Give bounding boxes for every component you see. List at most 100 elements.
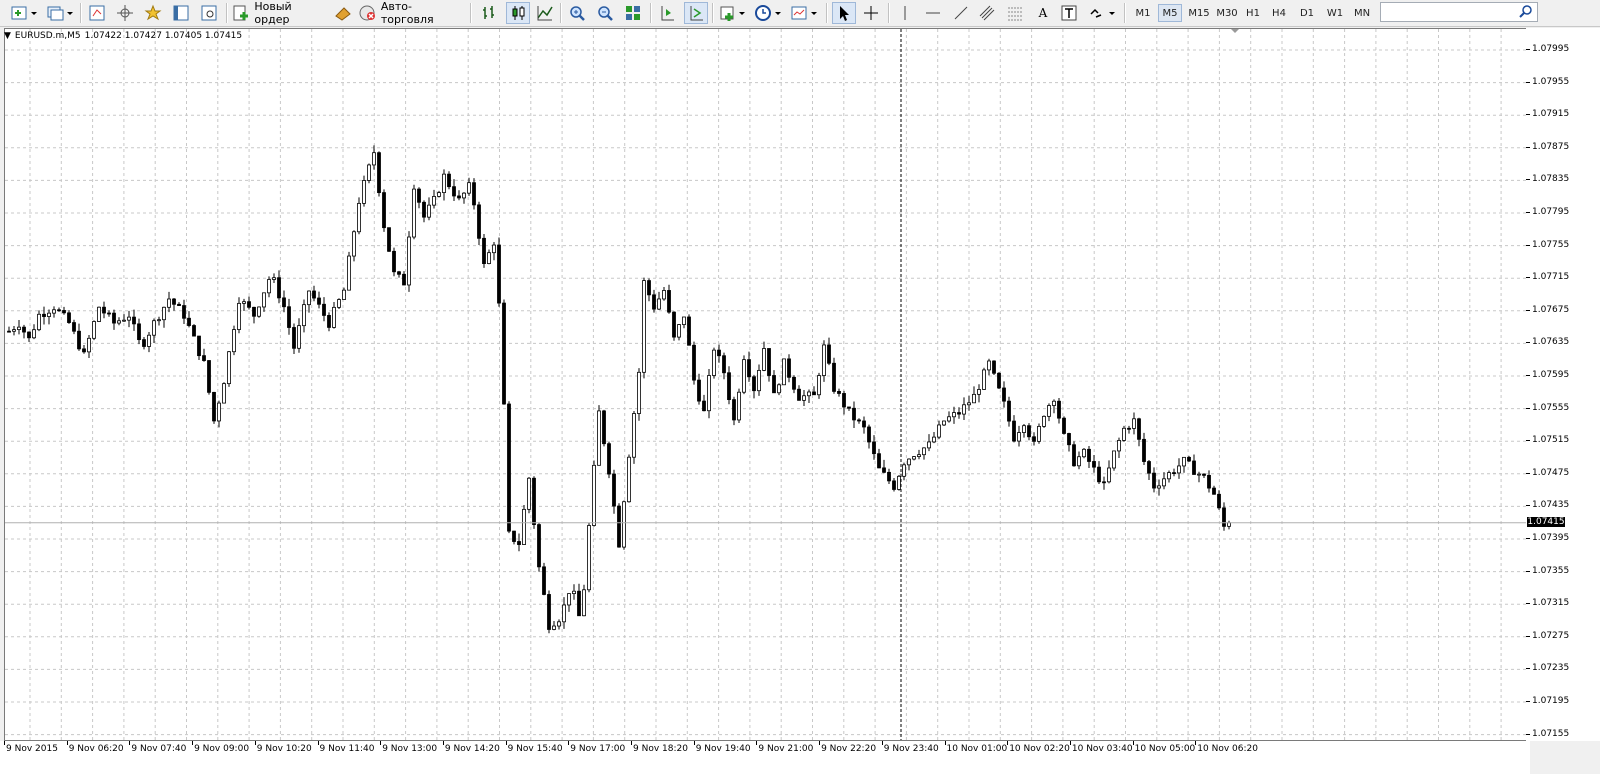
candle-body (1177, 465, 1181, 474)
new-chart-icon (11, 6, 37, 20)
candle-body (1082, 448, 1086, 458)
timeframe-h4[interactable]: H4 (1268, 4, 1290, 22)
autotrading-button[interactable]: Авто-торговля (358, 0, 464, 26)
candle-body (42, 313, 46, 317)
candle-body (1012, 420, 1016, 442)
candle-body (102, 306, 106, 314)
templates-button[interactable] (788, 2, 820, 24)
candle-body (332, 306, 336, 328)
candle-body (27, 331, 31, 339)
candle-body (652, 294, 656, 310)
candle-body (312, 290, 316, 299)
candle-body (292, 327, 296, 349)
zoom-in-button[interactable] (566, 2, 588, 24)
timeframe-m15[interactable]: M15 (1186, 4, 1212, 22)
time-tick (1195, 741, 1197, 745)
candle-body (617, 505, 621, 548)
chart-shift-button[interactable] (656, 2, 678, 24)
candle-body (932, 436, 936, 443)
candle-body (867, 426, 871, 443)
candle-body (507, 403, 511, 532)
candlestick-chart-button[interactable] (506, 2, 530, 24)
periods-button[interactable] (752, 2, 784, 24)
fibonacci-button[interactable] (1004, 2, 1028, 24)
crosshair-move-icon (117, 5, 133, 21)
candle-body (197, 335, 201, 357)
timeframe-mn[interactable]: MN (1350, 4, 1374, 22)
time-tick (568, 741, 570, 745)
terminal-button[interactable] (170, 2, 192, 24)
price-label: 1.07475 (1532, 467, 1570, 478)
vertical-line-button[interactable] (894, 2, 916, 24)
candle-body (287, 306, 291, 328)
new-chart-button[interactable] (8, 2, 40, 24)
navigator-button[interactable] (142, 2, 164, 24)
bar-chart-button[interactable] (478, 2, 500, 24)
candle-body (327, 315, 331, 328)
timeframe-h1[interactable]: H1 (1242, 4, 1264, 22)
data-window-button[interactable] (114, 2, 136, 24)
search-input[interactable] (1380, 2, 1538, 22)
candle-body (1042, 415, 1046, 427)
indicators-button[interactable] (718, 2, 748, 24)
strategy-tester-button[interactable] (198, 2, 220, 24)
equidistant-channel-button[interactable] (976, 2, 1000, 24)
zoom-out-button[interactable] (594, 2, 616, 24)
candle-body (462, 192, 466, 199)
metaeditor-button[interactable] (332, 2, 354, 24)
candle-body (47, 312, 51, 317)
candle-body (477, 204, 481, 239)
time-tick (944, 741, 946, 745)
time-axis[interactable]: 9 Nov 2015 9 Nov 06:20 9 Nov 07:40 9 Nov 09… (0, 741, 1530, 774)
timeframe-m5[interactable]: M5 (1158, 4, 1182, 22)
text-label-button[interactable] (1058, 2, 1080, 24)
price-tick (1526, 505, 1530, 507)
timeframe-m30[interactable]: M30 (1214, 4, 1240, 22)
candle-body (807, 391, 811, 397)
text-button[interactable]: A (1032, 2, 1054, 24)
timeframe-m1[interactable]: M1 (1132, 4, 1154, 22)
horizontal-line-button[interactable] (922, 2, 944, 24)
time-tick (442, 741, 444, 745)
candle-body (247, 301, 251, 308)
separator (888, 3, 890, 23)
chart-shift-marker-icon[interactable] (1231, 29, 1239, 33)
chart-window[interactable] (4, 28, 1530, 741)
candle-body (1212, 487, 1216, 495)
candle-body (232, 329, 236, 353)
zoom-out-icon (598, 6, 613, 21)
candle-body (302, 304, 306, 327)
line-chart-button[interactable] (534, 2, 556, 24)
timeframe-d1[interactable]: D1 (1296, 4, 1318, 22)
time-label: 9 Nov 11:40 (319, 744, 375, 754)
candle-body (122, 319, 126, 322)
candle-body (557, 621, 561, 627)
autoscroll-button[interactable] (684, 2, 708, 24)
candle-body (172, 298, 176, 305)
cursor-button[interactable] (832, 2, 856, 24)
collapse-triangle-icon[interactable]: ▼ (4, 31, 11, 41)
candle-body (702, 400, 706, 412)
candle-body (1062, 417, 1066, 434)
candle-body (1017, 432, 1021, 442)
candle-body (647, 280, 651, 296)
candle-body (392, 250, 396, 273)
autoscroll-icon (690, 6, 703, 21)
separator (826, 3, 828, 23)
arrows-button[interactable] (1086, 2, 1118, 24)
candle-body (1067, 433, 1071, 446)
new-order-button[interactable]: Новый ордер (232, 0, 328, 26)
candle-body (542, 566, 546, 595)
candle-body (822, 344, 826, 376)
crosshair-button[interactable] (860, 2, 882, 24)
candlestick-chart[interactable] (5, 29, 1529, 740)
time-tick (881, 741, 883, 745)
candle-body (212, 391, 216, 422)
candle-body (642, 280, 646, 373)
tile-windows-button[interactable] (622, 2, 644, 24)
price-axis[interactable]: 1.07995 1.07955 1.07915 1.07875 1.07835 1.077… (1526, 28, 1600, 741)
timeframe-w1[interactable]: W1 (1324, 4, 1346, 22)
market-watch-button[interactable] (86, 2, 108, 24)
trendline-button[interactable] (950, 2, 972, 24)
profiles-button[interactable] (44, 2, 76, 24)
